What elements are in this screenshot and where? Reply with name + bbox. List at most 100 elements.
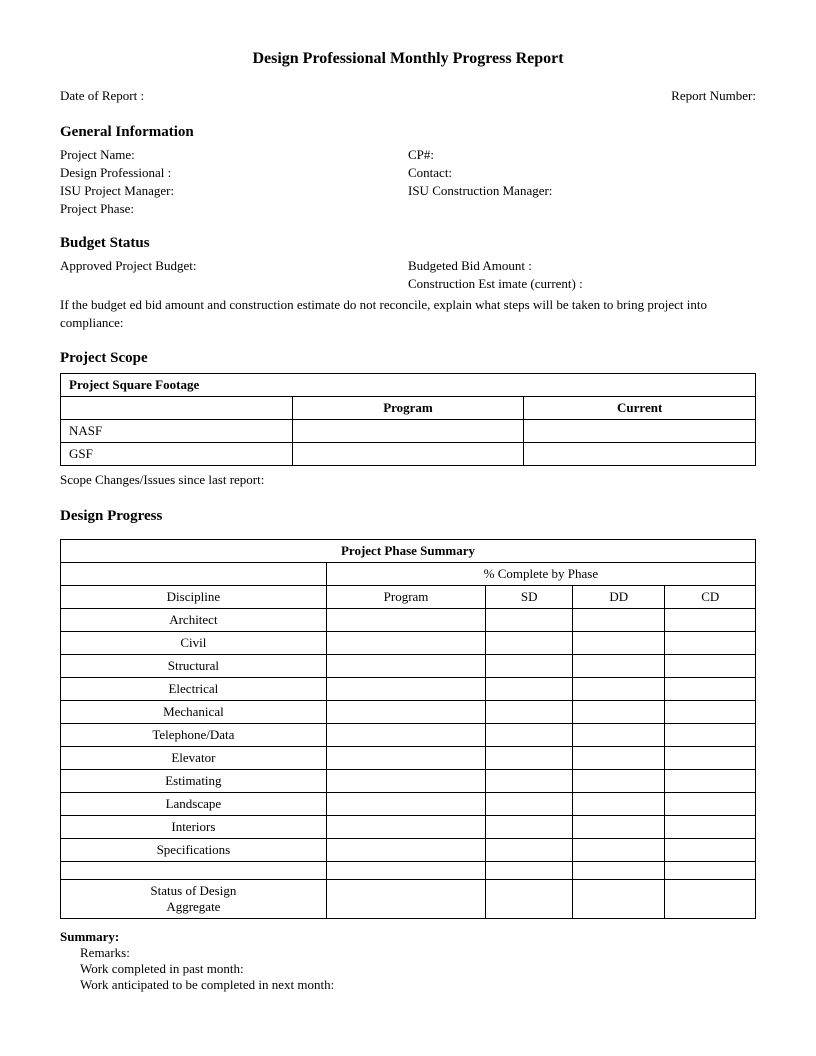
header-row: Date of Report : Report Number:	[60, 88, 756, 104]
general-info-grid: Project Name: CP#: Design Professional :…	[60, 147, 756, 217]
scope-changes-label: Scope Changes/Issues since last report:	[60, 472, 756, 488]
contact-row: Contact:	[408, 165, 756, 181]
discipline-row: Estimating	[61, 770, 756, 793]
cd-cell	[665, 770, 756, 793]
project-name-row: Project Name:	[60, 147, 408, 163]
discipline-cell: Telephone/Data	[61, 724, 327, 747]
cd-cell	[665, 609, 756, 632]
date-of-report-label: Date of Report :	[60, 88, 144, 104]
program-cell	[326, 793, 486, 816]
cd-cell	[665, 701, 756, 724]
status-design-cell: Status of DesignAggregate	[61, 880, 327, 919]
scope-row-gsf: GSF	[61, 443, 756, 466]
program-cell	[326, 724, 486, 747]
program-cell	[326, 747, 486, 770]
nasf-label: NASF	[61, 420, 293, 443]
dd-cell	[573, 609, 665, 632]
approved-budget-label: Approved Project Budget:	[60, 258, 408, 292]
status-design-row: Status of DesignAggregate	[61, 880, 756, 919]
scope-table-main-header: Project Square Footage	[61, 374, 756, 397]
cd-cell	[665, 747, 756, 770]
project-scope-section: Project Scope Project Square Footage Pro…	[60, 350, 756, 488]
cd-cell	[665, 655, 756, 678]
scope-row-nasf: NASF	[61, 420, 756, 443]
cd-cell	[665, 816, 756, 839]
construction-manager-row: ISU Construction Manager:	[408, 183, 756, 199]
discipline-cell: Mechanical	[61, 701, 327, 724]
discipline-cell: Interiors	[61, 816, 327, 839]
scope-col-program: Program	[292, 397, 524, 420]
program-cell	[326, 609, 486, 632]
sd-cell	[486, 701, 573, 724]
status-value-cell	[486, 880, 573, 919]
dd-cell	[573, 655, 665, 678]
cd-cell	[665, 793, 756, 816]
program-cell	[326, 632, 486, 655]
sd-cell	[486, 793, 573, 816]
sd-cell	[486, 632, 573, 655]
cd-cell	[665, 839, 756, 862]
isu-manager-label: ISU Project Manager:	[60, 183, 174, 199]
contact-label: Contact:	[408, 165, 452, 181]
cd-cell	[665, 632, 756, 655]
sd-cell	[486, 747, 573, 770]
discipline-cell: Estimating	[61, 770, 327, 793]
dd-cell	[573, 816, 665, 839]
program-cell	[326, 701, 486, 724]
scope-col-current: Current	[524, 397, 756, 420]
sd-cell	[486, 770, 573, 793]
phase-table: Project Phase Summary % Complete by Phas…	[60, 539, 756, 919]
budget-status-section: Budget Status Approved Project Budget: B…	[60, 235, 756, 332]
program-cell	[326, 839, 486, 862]
summary-heading: Summary:	[60, 929, 756, 945]
project-phase-row: Project Phase:	[60, 201, 408, 217]
discipline-cell: Architect	[61, 609, 327, 632]
project-phase-label: Project Phase:	[60, 201, 134, 217]
discipline-row: Interiors	[61, 816, 756, 839]
scope-table: Project Square Footage Program Current N…	[60, 373, 756, 466]
budget-right: Budgeted Bid Amount : Construction Est i…	[408, 258, 756, 292]
gsf-label: GSF	[61, 443, 293, 466]
cd-cell	[665, 678, 756, 701]
report-number-label: Report Number:	[671, 88, 756, 104]
scope-col-empty	[61, 397, 293, 420]
work-completed-item: Work completed in past month:	[80, 961, 756, 977]
program-cell	[326, 770, 486, 793]
discipline-row: Specifications	[61, 839, 756, 862]
summary-section: Summary: Remarks: Work completed in past…	[60, 929, 756, 993]
discipline-cell: Elevator	[61, 747, 327, 770]
isu-manager-row: ISU Project Manager:	[60, 183, 408, 199]
gsf-current-value	[524, 443, 756, 466]
discipline-row: Structural	[61, 655, 756, 678]
discipline-cell: Electrical	[61, 678, 327, 701]
discipline-cell: Specifications	[61, 839, 327, 862]
sd-cell	[486, 839, 573, 862]
dd-cell	[573, 770, 665, 793]
discipline-row: Telephone/Data	[61, 724, 756, 747]
dd-cell	[573, 793, 665, 816]
design-professional-label: Design Professional :	[60, 165, 171, 181]
budget-note: If the budget ed bid amount and construc…	[60, 296, 756, 332]
discipline-row: Mechanical	[61, 701, 756, 724]
phase-empty-header	[61, 563, 327, 586]
percent-complete-header: % Complete by Phase	[326, 563, 755, 586]
page-title: Design Professional Monthly Progress Rep…	[60, 50, 756, 68]
program-cell	[326, 816, 486, 839]
col-sd: SD	[486, 586, 573, 609]
gsf-program-value	[292, 443, 524, 466]
sd-cell	[486, 609, 573, 632]
phase-table-main-header: Project Phase Summary	[61, 540, 756, 563]
status-value-cell	[573, 880, 665, 919]
status-value-cell	[326, 880, 486, 919]
discipline-cell: Civil	[61, 632, 327, 655]
design-professional-row: Design Professional :	[60, 165, 408, 181]
discipline-row: Architect	[61, 609, 756, 632]
sd-cell	[486, 655, 573, 678]
cd-cell	[665, 724, 756, 747]
construction-est-label: Construction Est imate (current) :	[408, 276, 756, 292]
general-information-section: General Information Project Name: CP#: D…	[60, 124, 756, 217]
nasf-program-value	[292, 420, 524, 443]
col-cd: CD	[665, 586, 756, 609]
construction-manager-label: ISU Construction Manager:	[408, 183, 552, 199]
program-cell	[326, 678, 486, 701]
